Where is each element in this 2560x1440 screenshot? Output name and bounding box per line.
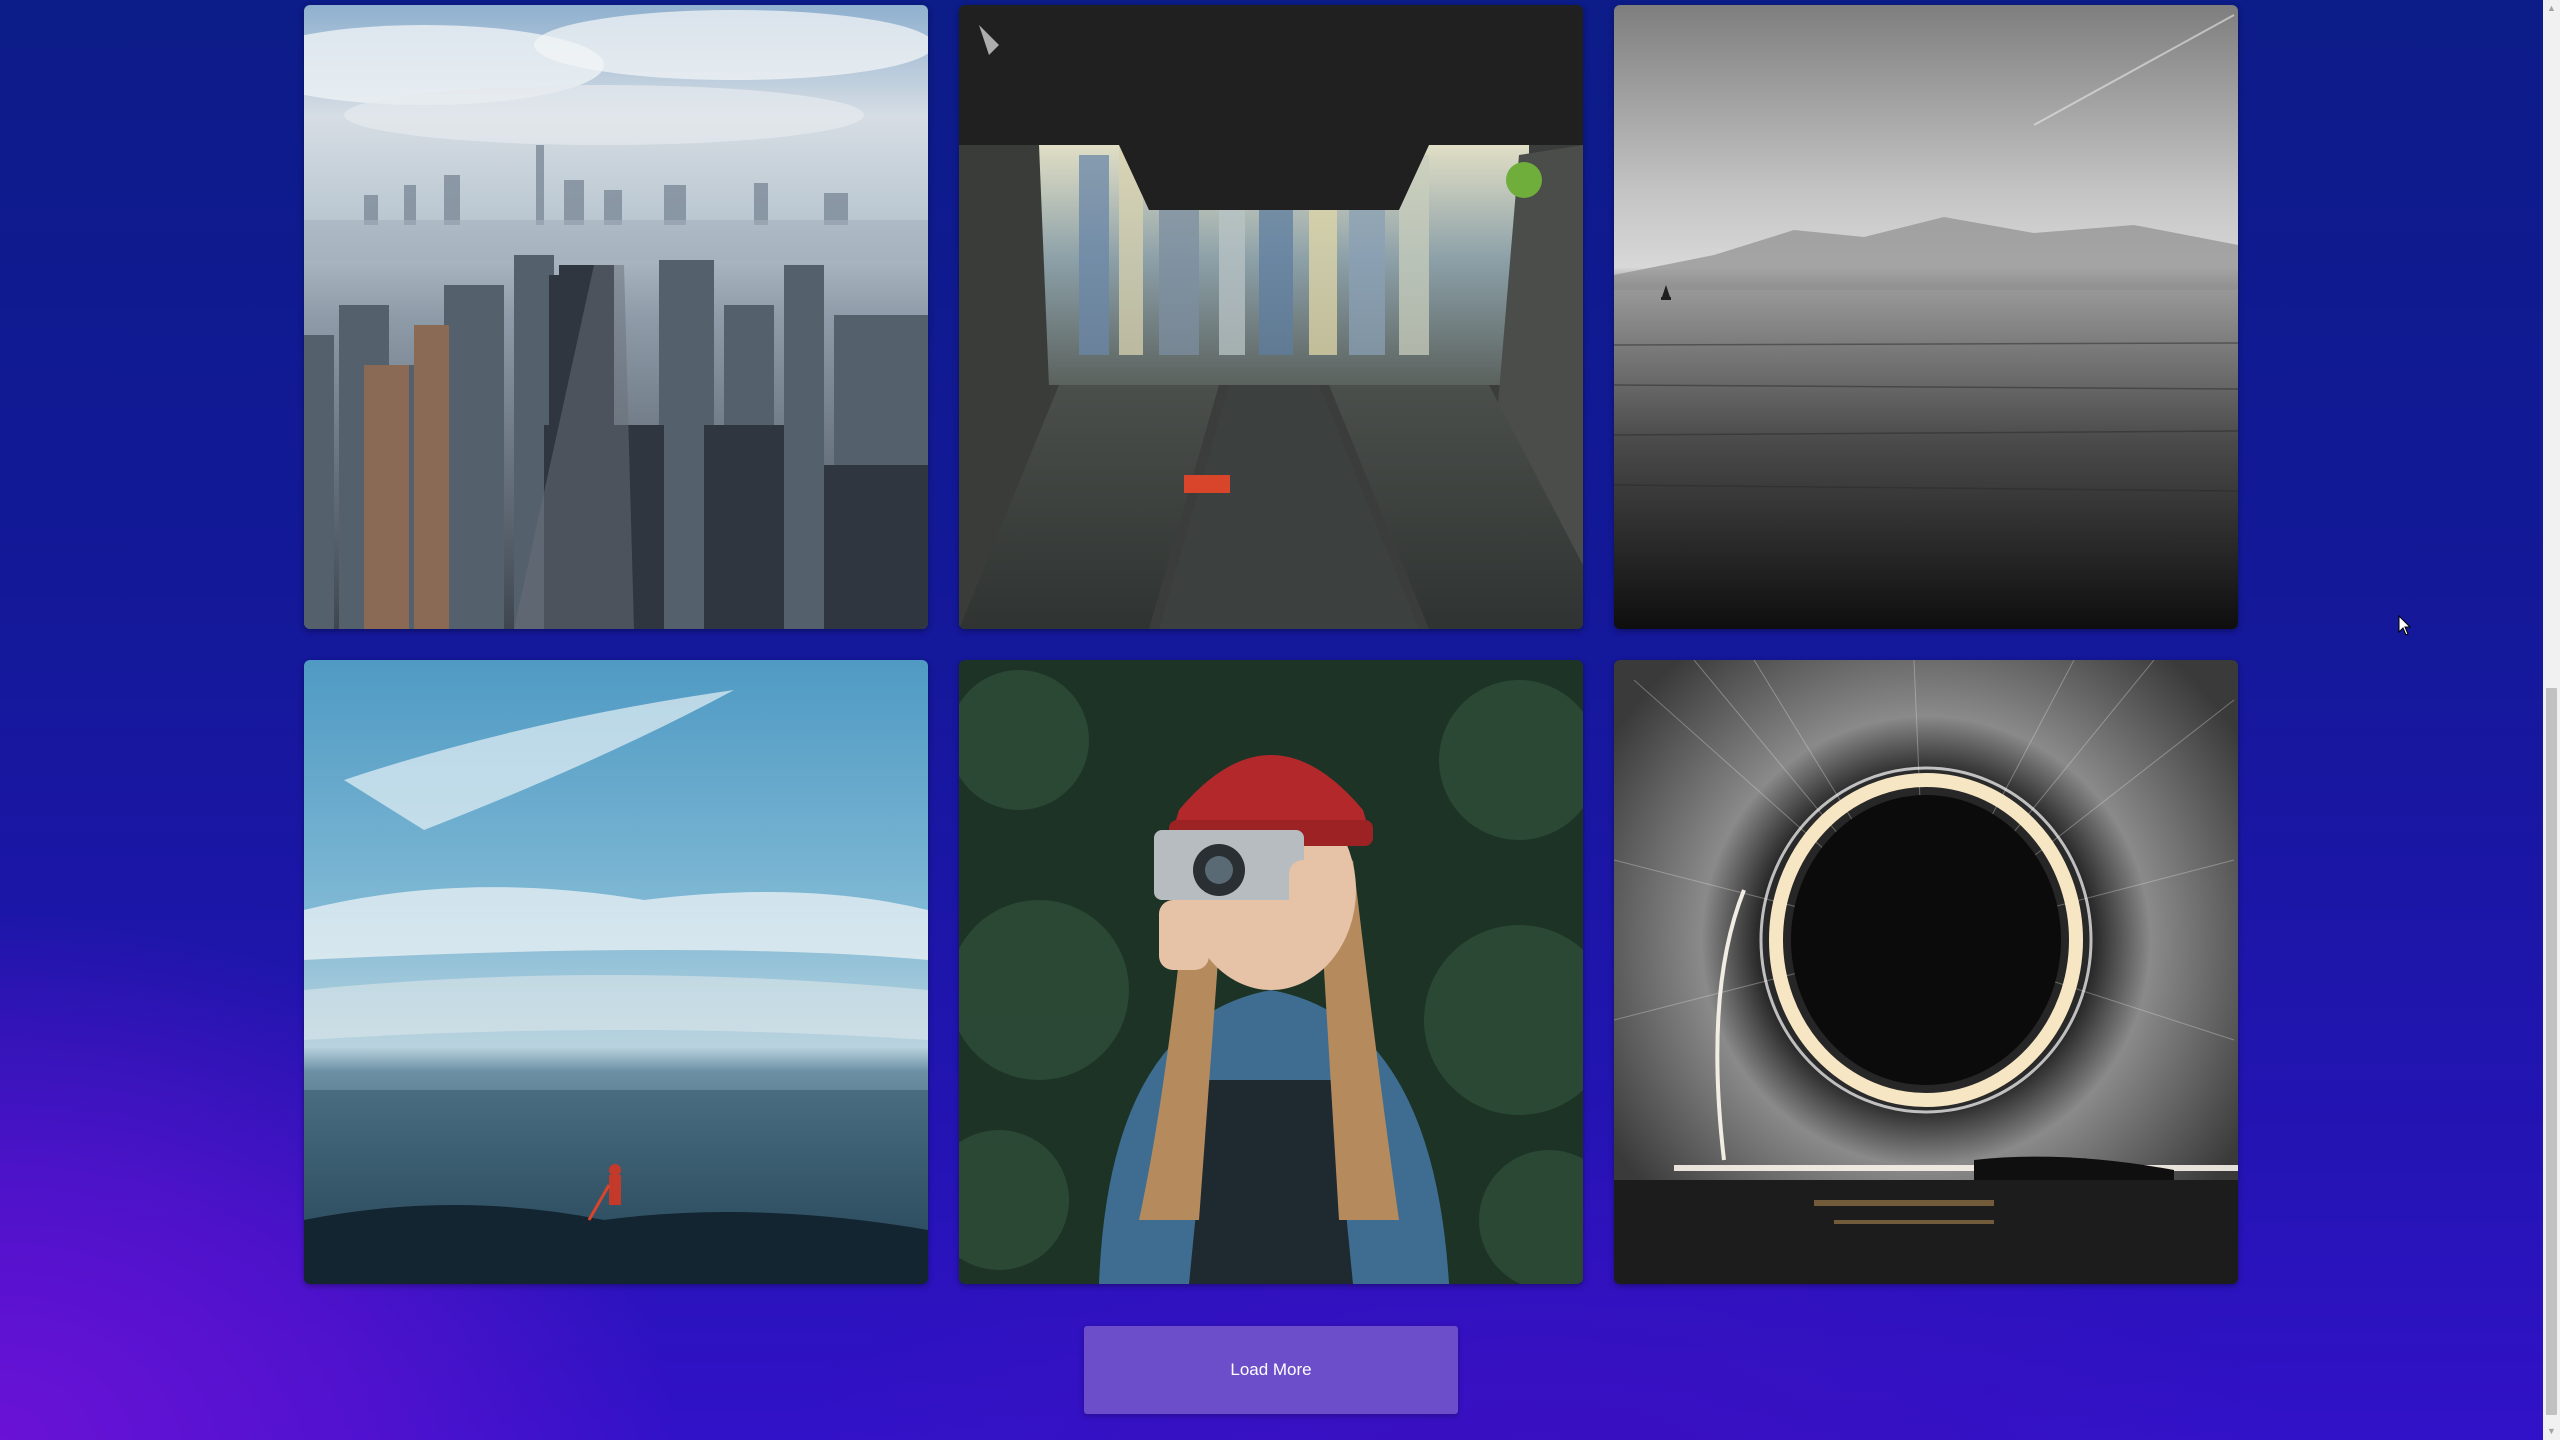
gallery-page: Load More — [0, 0, 2543, 1440]
woman-with-camera-photo[interactable] — [959, 660, 1583, 1284]
arrow-cursor-icon — [2398, 615, 2412, 636]
scrollbar-thumb[interactable] — [2546, 688, 2557, 1415]
monochrome-sea-sailboat-photo[interactable] — [1614, 5, 2238, 629]
vertical-scrollbar[interactable]: ▲ ▼ — [2543, 0, 2560, 1440]
city-skyline-photo[interactable] — [304, 5, 928, 629]
steel-wool-light-circle-photo[interactable] — [1614, 660, 2238, 1284]
blurred-street-under-structure-photo[interactable] — [959, 5, 1583, 629]
load-more-button[interactable]: Load More — [1084, 1326, 1458, 1414]
scroll-down-arrow-icon[interactable]: ▼ — [2543, 1423, 2560, 1440]
scroll-up-arrow-icon[interactable]: ▲ — [2543, 0, 2560, 17]
paddleboarder-ocean-sky-photo[interactable] — [304, 660, 928, 1284]
image-grid — [304, 5, 2240, 1284]
